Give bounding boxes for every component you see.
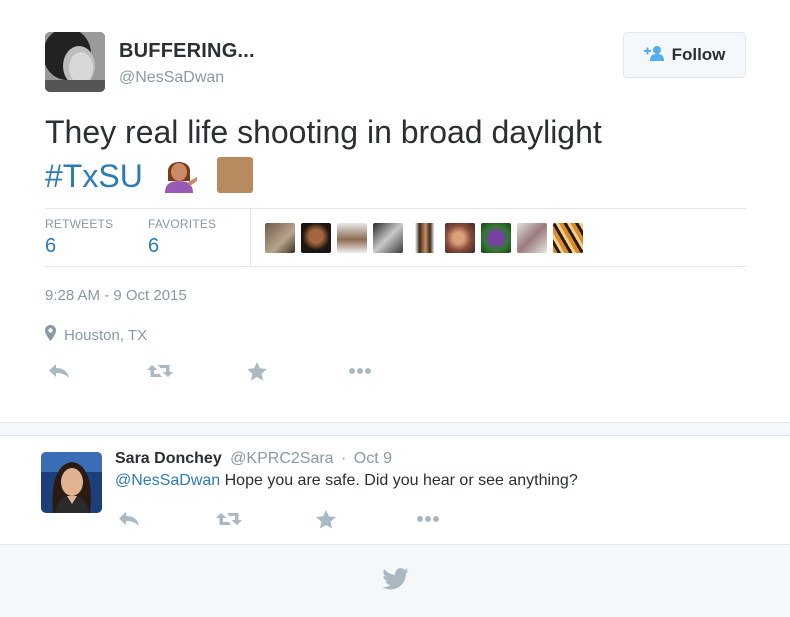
location-pin-icon — [45, 325, 56, 345]
retweets-label: RETWEETS — [45, 217, 114, 231]
reply-tweet[interactable]: Sara Donchey @KPRC2Sara · Oct 9 @NesSaDw… — [0, 436, 790, 544]
reply-header: Sara Donchey @KPRC2Sara · Oct 9 — [115, 450, 392, 468]
screen-name[interactable]: @NesSaDwan — [119, 69, 224, 87]
reply-date[interactable]: Oct 9 — [354, 450, 392, 467]
location-label: Houston, TX — [64, 326, 148, 344]
follow-label: Follow — [671, 45, 726, 64]
stats-divider — [250, 209, 251, 266]
tweet-actions — [45, 358, 445, 384]
reply-text: @NesSaDwan Hope you are safe. Did you he… — [115, 472, 578, 490]
engager-avatar[interactable] — [373, 223, 403, 253]
retweets-stat[interactable]: RETWEETS 6 — [45, 217, 113, 258]
reply-icon[interactable] — [45, 358, 73, 384]
reply-body: Hope you are safe. Did you hear or see a… — [220, 472, 578, 489]
favorite-icon[interactable] — [312, 506, 340, 532]
section-divider — [0, 422, 790, 436]
retweet-icon[interactable] — [146, 358, 174, 384]
favorites-count: 6 — [148, 235, 160, 257]
engager-avatar[interactable] — [517, 223, 547, 253]
skin-tone-modifier-icon — [216, 157, 253, 193]
engager-avatar[interactable] — [553, 223, 583, 253]
more-icon[interactable] — [414, 506, 442, 532]
engager-avatar[interactable] — [301, 223, 331, 253]
tweet-location[interactable]: Houston, TX — [45, 325, 147, 345]
retweets-count: 6 — [45, 235, 57, 257]
engager-avatar[interactable] — [337, 223, 367, 253]
avatar[interactable] — [45, 32, 105, 92]
twitter-bird-icon[interactable] — [382, 568, 409, 595]
embed-footer — [0, 544, 790, 617]
favorites-label: FAVORITES — [148, 217, 217, 231]
follow-button[interactable]: Follow — [623, 32, 746, 78]
favorite-icon[interactable] — [243, 358, 271, 384]
favorites-stat[interactable]: FAVORITES 6 — [148, 217, 216, 258]
tweet-page: BUFFERING... @NesSaDwan Follow They real… — [0, 0, 790, 617]
tweet-text: They real life shooting in broad dayligh… — [45, 110, 765, 204]
tweet-timestamp[interactable]: 9:28 AM - 9 Oct 2015 — [45, 287, 187, 304]
more-icon[interactable] — [346, 358, 374, 384]
reply-screen-name[interactable]: @KPRC2Sara — [230, 450, 333, 467]
engager-avatar[interactable] — [445, 223, 475, 253]
hashtag-link[interactable]: #TxSU — [45, 158, 143, 194]
engager-avatar[interactable] — [265, 223, 295, 253]
person-tipping-hand-emoji-icon — [160, 155, 198, 204]
engager-avatars — [265, 223, 583, 253]
reply-display-name[interactable]: Sara Donchey — [115, 450, 222, 467]
reply-mention-link[interactable]: @NesSaDwan — [115, 472, 220, 489]
display-name[interactable]: BUFFERING... — [119, 40, 255, 63]
reply-avatar[interactable] — [41, 452, 102, 513]
tweet-body: They real life shooting in broad dayligh… — [45, 114, 602, 150]
reply-icon[interactable] — [115, 506, 143, 532]
reply-separator: · — [341, 450, 347, 467]
engager-avatar[interactable] — [481, 223, 511, 253]
reply-actions — [115, 506, 455, 532]
add-user-icon — [643, 45, 666, 66]
engager-avatar[interactable] — [409, 223, 439, 253]
retweet-icon[interactable] — [215, 506, 243, 532]
tweet-stats: RETWEETS 6 FAVORITES 6 — [45, 208, 746, 267]
